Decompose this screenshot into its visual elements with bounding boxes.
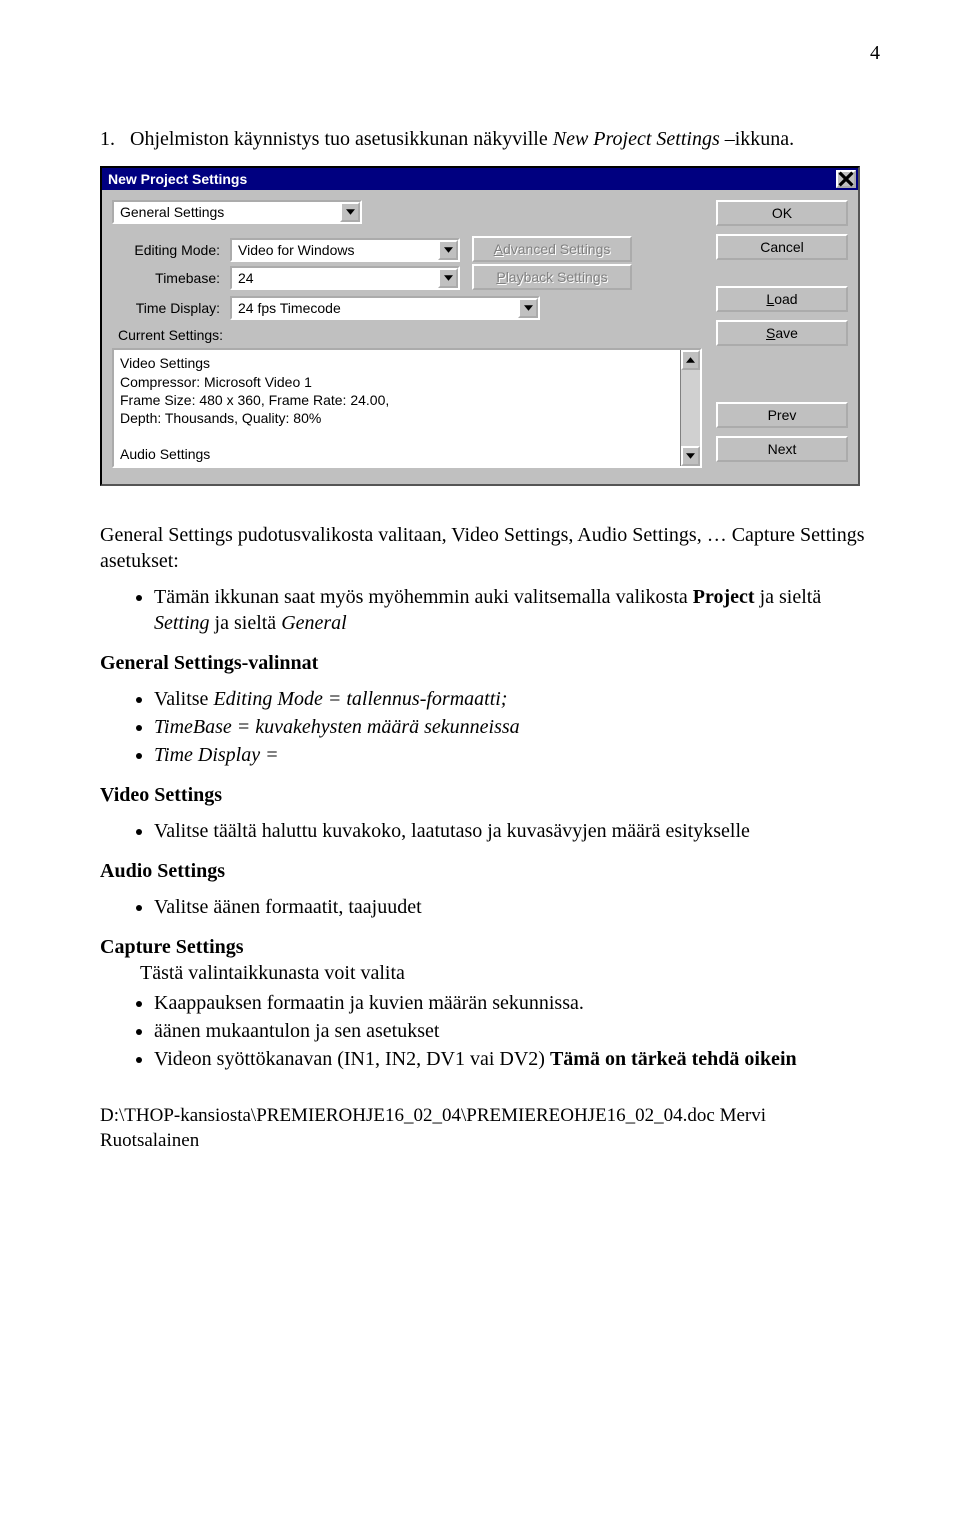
playback-settings-button: Playback Settings [472, 264, 632, 290]
scroll-track[interactable] [681, 370, 700, 446]
chevron-down-icon[interactable] [438, 240, 458, 260]
prev-button[interactable]: Prev [716, 402, 848, 428]
list-item: Videon syöttökanavan (IN1, IN2, DV1 vai … [154, 1046, 880, 1072]
intro-text-a: Ohjelmiston käynnistys tuo asetusikkunan… [130, 128, 553, 150]
list-item: Valitse täältä haluttu kuvakoko, laatuta… [154, 818, 880, 844]
close-icon[interactable] [836, 170, 856, 188]
new-project-settings-dialog: New Project Settings General Settings Ed… [100, 166, 860, 486]
current-settings-text: Video Settings Compressor: Microsoft Vid… [114, 350, 680, 466]
scroll-down-icon[interactable] [681, 446, 700, 466]
current-settings-panel: Video Settings Compressor: Microsoft Vid… [112, 348, 702, 468]
list-item: TimeBase = kuvakehysten määrä sekunneiss… [154, 714, 880, 740]
heading-video-settings: Video Settings [100, 782, 880, 808]
page-number: 4 [100, 40, 880, 66]
dialog-title: New Project Settings [108, 170, 247, 188]
scrollbar[interactable] [680, 350, 700, 466]
capture-intro: Tästä valintaikkunasta voit valita [140, 960, 880, 986]
settings-category-select[interactable]: General Settings [112, 200, 362, 224]
intro-italic: New Project Settings [553, 128, 720, 150]
list-item: Valitse äänen formaatit, taajuudet [154, 894, 880, 920]
save-button[interactable]: Save [716, 320, 848, 346]
ok-button[interactable]: OK [716, 200, 848, 226]
editing-mode-value: Video for Windows [232, 241, 438, 259]
timebase-select[interactable]: 24 [230, 266, 460, 290]
chevron-down-icon[interactable] [518, 298, 538, 318]
list-intro: Tämän ikkunan saat myös myöhemmin auki v… [100, 584, 880, 636]
chevron-down-icon[interactable] [340, 202, 360, 222]
list-item: äänen mukaantulon ja sen asetukset [154, 1018, 880, 1044]
list-audio: Valitse äänen formaatit, taajuudet [100, 894, 880, 920]
list-video: Valitse täältä haluttu kuvakoko, laatuta… [100, 818, 880, 844]
advanced-settings-button: Advanced Settings [472, 236, 632, 262]
list-item: Kaappauksen formaatin ja kuvien määrän s… [154, 990, 880, 1016]
load-button[interactable]: Load [716, 286, 848, 312]
heading-general-settings: General Settings-valinnat [100, 650, 880, 676]
list-capture: Kaappauksen formaatin ja kuvien määrän s… [100, 990, 880, 1072]
timebase-label: Timebase: [112, 269, 230, 287]
dialog-titlebar: New Project Settings [102, 168, 858, 190]
heading-capture-settings: Capture Settings [100, 934, 880, 960]
list-item: Tämän ikkunan saat myös myöhemmin auki v… [154, 584, 880, 636]
current-settings-label: Current Settings: [118, 326, 702, 344]
intro-paragraph: 1. Ohjelmiston käynnistys tuo asetusikku… [100, 126, 880, 152]
list-general: Valitse Editing Mode = tallennus-formaat… [100, 686, 880, 768]
time-display-label: Time Display: [112, 299, 230, 317]
heading-audio-settings: Audio Settings [100, 858, 880, 884]
editing-mode-label: Editing Mode: [112, 241, 230, 259]
timebase-value: 24 [232, 269, 438, 287]
next-button[interactable]: Next [716, 436, 848, 462]
para-general-intro: General Settings pudotusvalikosta valita… [100, 522, 880, 574]
time-display-value: 24 fps Timecode [232, 299, 518, 317]
scroll-up-icon[interactable] [681, 350, 700, 370]
cancel-button[interactable]: Cancel [716, 234, 848, 260]
list-item: Time Display = [154, 742, 880, 768]
time-display-select[interactable]: 24 fps Timecode [230, 296, 540, 320]
footer: D:\THOP-kansiosta\PREMIEROHJE16_02_04\PR… [100, 1104, 880, 1153]
editing-mode-select[interactable]: Video for Windows [230, 238, 460, 262]
intro-text-b: –ikkuna. [720, 128, 794, 150]
chevron-down-icon[interactable] [438, 268, 458, 288]
list-item: Valitse Editing Mode = tallennus-formaat… [154, 686, 880, 712]
intro-num: 1. [100, 128, 115, 150]
settings-category-value: General Settings [114, 203, 340, 221]
